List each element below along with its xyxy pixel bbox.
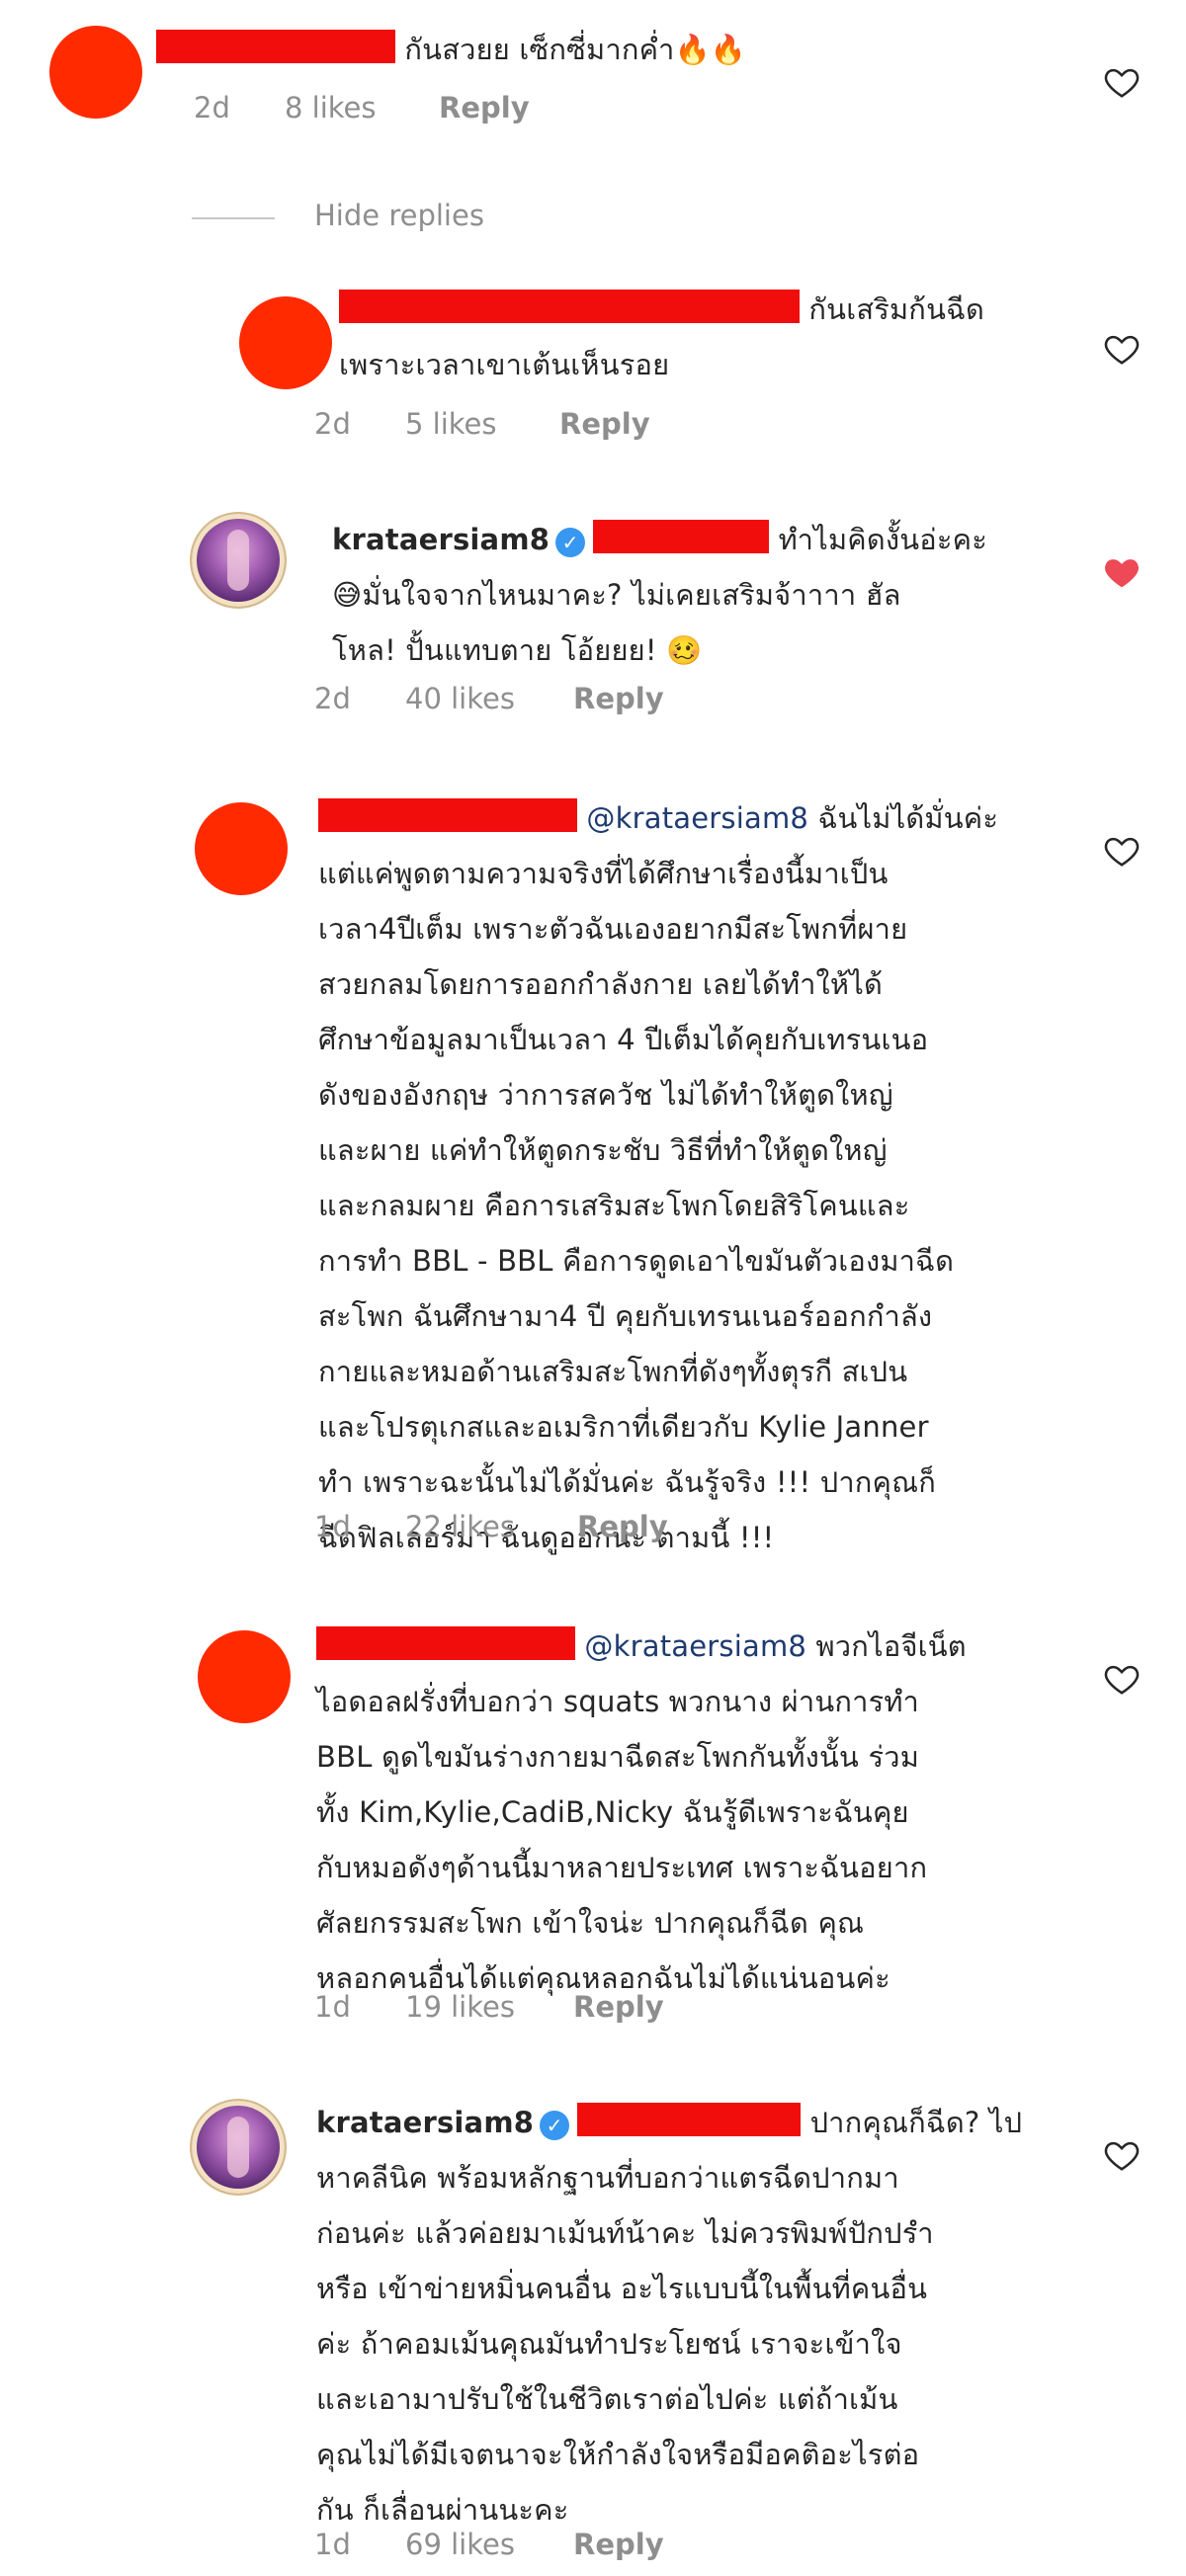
comment-line: สวยกลมโดยการออกกำลังกาย เลยได้ทำให้ได้	[318, 967, 884, 1001]
redacted-username	[577, 2103, 802, 2136]
comment-time: 2d	[194, 91, 230, 125]
comment-line: เวลา4ปีเต็ม เพราะตัวฉันเองอยากมีสะโพกที่…	[318, 912, 908, 946]
avatar[interactable]	[239, 296, 332, 389]
comment-username[interactable]: krataersiam8	[316, 2106, 534, 2139]
comment-username[interactable]: krataersiam8	[332, 523, 550, 556]
likes-count-button[interactable]: 5 likes	[405, 407, 497, 441]
comment-line: กายและหมอด้านเสริมสะโพกที่ดังๆทั้งตุรกี …	[318, 1355, 908, 1388]
hide-replies-divider	[192, 217, 275, 219]
comment-text: กันสวยย เซ็กซี่มากค่ำ🔥🔥	[156, 22, 746, 77]
redacted-username	[593, 520, 770, 553]
hide-replies-button[interactable]: Hide replies	[314, 199, 484, 232]
comment-meta: 1d 19 likes Reply	[314, 1990, 664, 2024]
comment-time: 1d	[314, 1990, 351, 2024]
comment-line: หาคลีนิค พร้อมหลักฐานที่บอกว่าแตรฉีดปากม…	[316, 2161, 899, 2195]
reply-button[interactable]: Reply	[439, 91, 530, 125]
comment-line: และเอามาปรับใช้ในชีวิตเราต่อไปค่ะ แต่ถ้า…	[316, 2382, 898, 2416]
comment-line: ศึกษาข้อมูลมาเป็นเวลา 4 ปีเต็มได้คุยกับเ…	[318, 1023, 929, 1056]
redacted-username	[339, 290, 800, 323]
comment-text: krataersiam8 ✓ ทำไมคิดงั้นอ่ะคะ 😅มั่นใจจา…	[332, 512, 987, 678]
like-heart-icon[interactable]	[1103, 2136, 1141, 2174]
comment-line: 😅มั่นใจจากไหนมาคะ? ไม่เคยเสริมจ้าาาา ฮัล	[332, 578, 901, 612]
comment-line: ปากคุณก็ฉีด? ไป	[809, 2106, 1023, 2139]
avatar[interactable]	[198, 1630, 291, 1723]
redacted-username	[156, 30, 395, 63]
comment-line: กันสวยย เซ็กซี่มากค่ำ🔥🔥	[404, 33, 747, 66]
comment-line: ทำ เพราะฉะนั้นไม่ได้มั่นค่ะ ฉันรู้จริง !…	[318, 1465, 937, 1499]
comment-line: สะโพก ฉันศึกษามา4 ปี คุยกับเทรนเนอร์ออกก…	[318, 1299, 933, 1333]
mention-link[interactable]: @krataersiam8	[586, 801, 808, 835]
reply-button[interactable]: Reply	[573, 682, 664, 715]
comment-line: เพราะเวลาเขาเต้นเห็นรอย	[339, 348, 670, 381]
comment-text: krataersiam8 ✓ ปากคุณก็ฉีด? ไป หาคลีนิค พ…	[316, 2095, 1022, 2537]
comment-time: 2d	[314, 407, 351, 441]
comment-text: กันเสริมก้นฉีด เพราะเวลาเขาเต้นเห็นรอย	[339, 282, 984, 392]
comment-text: @krataersiam8 พวกไอจีเน็ต ไอดอลฝรั่งที่บ…	[316, 1619, 967, 2006]
redacted-username	[316, 1626, 575, 1660]
comment-line: ก่อนค่ะ แล้วค่อยมาเม้นท์น้าคะ ไม่ควรพิมพ…	[316, 2216, 934, 2250]
comment-time: 1d	[314, 1510, 351, 1543]
likes-count-button[interactable]: 19 likes	[405, 1990, 515, 2024]
comment-time: 2d	[314, 682, 351, 715]
reply-button[interactable]: Reply	[573, 2528, 664, 2561]
comment-meta: 2d 40 likes Reply	[314, 682, 664, 715]
comment-meta: 1d 22 likes Reply	[314, 1510, 668, 1543]
verified-badge-icon: ✓	[555, 528, 586, 557]
like-heart-icon[interactable]	[1103, 832, 1141, 870]
like-heart-icon[interactable]	[1103, 330, 1141, 368]
comment-line: ศัลยกรรมสะโพก เข้าใจน่ะ ปากคุณก็ฉีด คุณ	[316, 1906, 865, 1940]
avatar[interactable]	[192, 2101, 285, 2194]
redacted-username	[318, 798, 577, 832]
verified-badge-icon: ✓	[540, 2111, 570, 2140]
comment-line: ทั้ง Kim,Kylie,CadiB,Nicky ฉันรู้ดีเพราะ…	[316, 1795, 909, 1829]
reply-button[interactable]: Reply	[577, 1510, 668, 1543]
comment-meta: 2d 8 likes Reply	[194, 91, 530, 125]
reply-button[interactable]: Reply	[573, 1990, 664, 2024]
avatar[interactable]	[192, 514, 285, 607]
comment-line: หรือ เข้าข่ายหมิ่นคนอื่น อะไรแบบนี้ในพื้…	[316, 2272, 928, 2305]
comment-text: @krataersiam8 ฉันไม่ได้มั่นค่ะ แต่แค่พูด…	[318, 790, 998, 1565]
comment-line: โหล! ปั้นแทบตาย โอ้ยยย! 🥴	[332, 633, 703, 667]
comment-line: การทำ BBL - BBL คือการดูดเอาไขมันตัวเองม…	[318, 1244, 955, 1278]
comment-line: คุณไม่ได้มีเจตนาจะให้กำลังใจหรือมีอคติอะ…	[316, 2438, 920, 2471]
comment-line: กับหมอดังๆด้านนี้มาหลายประเทศ เพราะฉันอย…	[316, 1851, 928, 1884]
avatar[interactable]	[195, 802, 288, 895]
like-heart-icon[interactable]	[1103, 1660, 1141, 1698]
comment-line: แต่แค่พูดตามความจริงที่ได้ศึกษาเรื่องนี้…	[318, 857, 889, 890]
likes-count-button[interactable]: 40 likes	[405, 682, 515, 715]
comment-meta: 1d 69 likes Reply	[314, 2528, 664, 2561]
likes-count-button[interactable]: 8 likes	[285, 91, 377, 125]
mention-link[interactable]: @krataersiam8	[584, 1629, 806, 1663]
like-heart-icon[interactable]	[1103, 63, 1141, 101]
comment-line: และกลมผาย คือการเสริมสะโพกโดยสิริโคนและ	[318, 1189, 910, 1222]
likes-count-button[interactable]: 22 likes	[405, 1510, 515, 1543]
comment-time: 1d	[314, 2528, 351, 2561]
comment-line: กันเสริมก้นฉีด	[808, 292, 985, 326]
comment-meta: 2d 5 likes Reply	[314, 407, 650, 441]
comment-line: และผาย แค่ทำให้ตูดกระชับ วิธีที่ทำให้ตูด…	[318, 1133, 888, 1167]
comment-line: ค่ะ ถ้าคอมเม้นคุณมันทำประโยชน์ เราจะเข้า…	[316, 2327, 902, 2361]
avatar[interactable]	[49, 26, 142, 119]
likes-count-button[interactable]: 69 likes	[405, 2528, 515, 2561]
comment-line: BBL ดูดไขมันร่างกายมาฉีดสะโพกกันทั้งนั้น…	[316, 1740, 920, 1774]
liked-heart-icon[interactable]	[1103, 553, 1141, 591]
comment-line: ไอดอลฝรั่งที่บอกว่า squats พวกนาง ผ่านกา…	[316, 1685, 919, 1718]
comment-line: ทำไมคิดงั้นอ่ะคะ	[778, 523, 988, 556]
comment-line: พวกไอจีเน็ต	[815, 1629, 967, 1663]
reply-button[interactable]: Reply	[559, 407, 650, 441]
comment-line: ฉันไม่ได้มั่นค่ะ	[817, 801, 999, 835]
comment-line: และโปรตุเกสและอเมริกาที่เดียวกับ Kylie J…	[318, 1410, 929, 1444]
comment-line: ดังของอังกฤษ ว่าการสควัช ไม่ได้ทำให้ตูดใ…	[318, 1078, 893, 1112]
